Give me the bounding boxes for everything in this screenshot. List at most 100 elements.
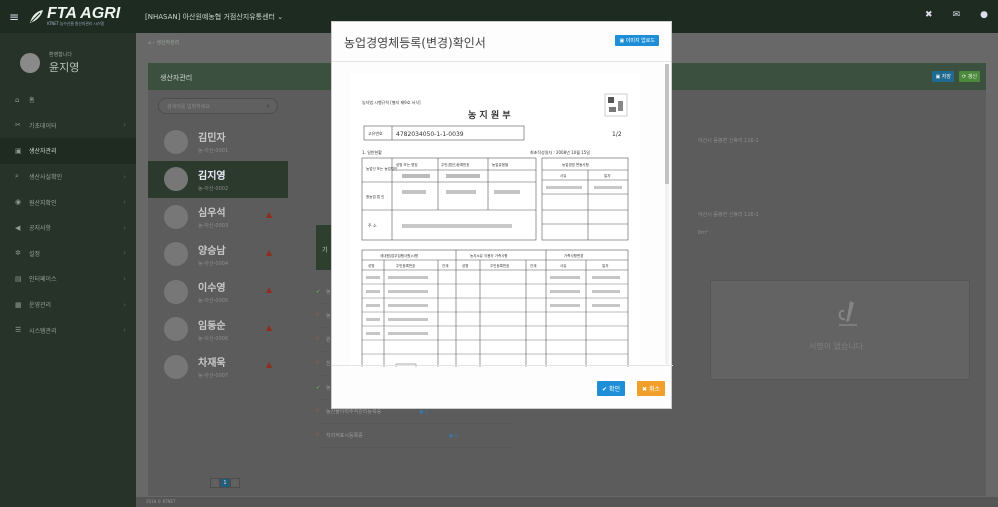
document-label: 농산물이력추적관리등록증 bbox=[326, 409, 382, 415]
chevron-right-icon: › bbox=[123, 249, 126, 258]
doc-section1: 1. 일반현황 bbox=[362, 149, 382, 155]
pager-prev-button[interactable]: ‹ bbox=[210, 478, 220, 488]
list-item[interactable]: 김민자 농-아산-0001 bbox=[148, 123, 288, 161]
warning-icon: ▲ bbox=[266, 360, 273, 369]
doc-redacted bbox=[550, 290, 580, 293]
fullscreen-icon[interactable]: ✖ bbox=[925, 10, 933, 20]
question-icon: ? bbox=[316, 408, 319, 415]
qr-block bbox=[608, 97, 614, 103]
search-icon[interactable]: ⌕ bbox=[266, 102, 270, 111]
pagination: ‹ 1 › bbox=[210, 478, 240, 488]
pager-current-page[interactable]: 1 bbox=[220, 478, 230, 488]
search-input[interactable]: 검색어를 입력하세요 ⌕ bbox=[158, 98, 278, 114]
list-item[interactable]: 양승남 농-아산-0004 ▲ bbox=[148, 236, 288, 274]
doc-redacted bbox=[594, 186, 622, 189]
menu-toggle-icon[interactable]: ≡ bbox=[0, 10, 28, 24]
modal-scrollbar[interactable] bbox=[665, 64, 669, 364]
document-label: 농 bbox=[326, 313, 331, 319]
doc-law-ref: 농자법 시행규칙 [별지 제9호 서식] bbox=[362, 99, 421, 105]
question-icon: ? bbox=[316, 432, 319, 439]
logo-leaf-icon bbox=[30, 9, 43, 23]
signature-empty-text: 서명이 없습니다 bbox=[809, 342, 864, 351]
sidebar-item-production-check[interactable]: ⌕ 생산사실확인 › bbox=[0, 164, 136, 190]
confirm-button[interactable]: ✔ 확인 bbox=[597, 381, 625, 396]
sidebar: 환영합니다 윤지영 ⌂ 홈 ✂ 기초데이터 › ▣ 생산자관리 ⌕ 생산사실확인 › ◉ 원산… bbox=[0, 33, 136, 507]
doc-issued: 최초작성일자 : 2008년 10월 15일 bbox=[530, 149, 590, 155]
refresh-button[interactable]: ⟳ 갱신 bbox=[959, 71, 980, 82]
address-value-2: 아산시 음봉면 신휴리 116-1 bbox=[698, 212, 759, 218]
chevron-right-icon: › bbox=[123, 121, 126, 130]
logo[interactable]: FTA AGRI KTNET 농수산물 원산지관리 시스템 bbox=[28, 6, 143, 27]
list-item[interactable]: 김지영 농-아산-0002 bbox=[148, 160, 288, 198]
modal-scrollbar-thumb[interactable] bbox=[665, 64, 669, 184]
upload-image-button[interactable]: ▣ 이미지 업로드 bbox=[615, 35, 659, 46]
producer-code: 농-아산-0006 bbox=[198, 335, 229, 342]
org-selector[interactable]: [NHASAN] 아산원예농협 거점산지유통센터 ⌄ bbox=[145, 12, 283, 22]
chevron-right-icon: › bbox=[123, 198, 126, 207]
welcome-text: 환영합니다 bbox=[49, 52, 73, 58]
producer-name: 차재욱 bbox=[198, 358, 226, 370]
doc-owner-label: 농업인 또는 농업법인 bbox=[366, 166, 397, 171]
sidebar-item-interface[interactable]: ▤ 인터페이스 › bbox=[0, 266, 136, 292]
producer-code: 농-아산-0004 bbox=[198, 260, 229, 267]
info-icon[interactable]: ● ⌂ bbox=[449, 433, 458, 439]
chevron-right-icon: › bbox=[123, 274, 126, 283]
doc-redacted bbox=[550, 304, 580, 307]
sidebar-item-settings[interactable]: ✲ 설정 › bbox=[0, 241, 136, 267]
avatar bbox=[164, 317, 188, 342]
pager-next-button[interactable]: › bbox=[230, 478, 240, 488]
modal-footer: ✔ 확인 ✖ 취소 bbox=[332, 365, 673, 408]
doc-redacted bbox=[366, 318, 380, 321]
doc-redacted bbox=[446, 190, 476, 194]
sidebar-item-label: 공지사항 bbox=[29, 225, 52, 233]
sidebar-item-origin-check[interactable]: ◉ 원산지확인 › bbox=[0, 189, 136, 215]
cancel-button[interactable]: ✖ 취소 bbox=[637, 381, 665, 396]
save-button[interactable]: ▣ 저장 bbox=[932, 71, 954, 82]
check-icon: ✔ bbox=[316, 288, 321, 295]
qr-block bbox=[609, 107, 616, 112]
mail-icon[interactable]: ✉ bbox=[953, 10, 961, 20]
sliders-icon: ☰ bbox=[15, 326, 22, 335]
avatar bbox=[164, 204, 188, 229]
document-viewer[interactable]: 농자법 시행규칙 [별지 제9호 서식] 농 지 원 부 고유번호 478203… bbox=[332, 62, 673, 367]
doc-c-rrn: 주민등록번호 bbox=[490, 263, 510, 268]
doc-corp-label: 종농업 법 인 bbox=[366, 194, 384, 199]
sidebar-item-home[interactable]: ⌂ 홈 bbox=[0, 87, 136, 113]
avatar bbox=[164, 167, 188, 192]
list-item[interactable]: 심우석 농-아산-0003 ▲ bbox=[148, 198, 288, 236]
document-row[interactable]: ? 지리적표시등록증 ● ⌂ bbox=[316, 424, 516, 448]
signature-icon bbox=[838, 301, 857, 326]
sidebar-item-basedata[interactable]: ✂ 기초데이터 › bbox=[0, 113, 136, 139]
sidebar-item-notices[interactable]: ◀ 공지사항 › bbox=[0, 215, 136, 241]
list-item[interactable]: 임동순 농-아산-0006 ▲ bbox=[148, 311, 288, 349]
doc-redacted bbox=[494, 190, 520, 194]
sidebar-item-label: 운영관리 bbox=[29, 302, 52, 310]
logo-text: FTA AGRI bbox=[47, 5, 121, 22]
doc-redacted bbox=[402, 174, 430, 178]
upload-image-label: 이미지 업로드 bbox=[625, 38, 655, 44]
sidebar-item-system[interactable]: ☰ 시스템관리 › bbox=[0, 317, 136, 343]
sidebar-item-label: 홈 bbox=[29, 97, 35, 105]
doc-change-hist: 농업경영 변동사항 bbox=[562, 162, 590, 167]
doc-col-type: 농업유형별 bbox=[492, 162, 508, 167]
home-icon: ⌂ bbox=[15, 95, 20, 104]
tools-icon: ✂ bbox=[15, 121, 21, 130]
sidebar-item-operation[interactable]: ▦ 운영관리 › bbox=[0, 292, 136, 318]
area-value: 0m² bbox=[698, 230, 709, 236]
question-icon: ? bbox=[316, 336, 319, 343]
sidebar-item-label: 시스템관리 bbox=[29, 327, 57, 335]
sidebar-item-label: 생산사실확인 bbox=[29, 174, 63, 182]
doc-c-rrn: 주민등록번호 bbox=[396, 263, 416, 268]
search-icon: ⌕ bbox=[15, 172, 19, 181]
list-item[interactable]: 이수영 농-아산-0005 ▲ bbox=[148, 273, 288, 311]
info-icon[interactable]: ● ⌂ bbox=[419, 409, 428, 415]
user-icon[interactable]: ● bbox=[980, 10, 988, 20]
document-image: 농자법 시행규칙 [별지 제9호 서식] 농 지 원 부 고유번호 478203… bbox=[350, 74, 640, 367]
doc-redacted bbox=[366, 332, 380, 335]
doc-col-rrn: 주민(법인)등록번호 bbox=[441, 162, 470, 167]
question-icon: ? bbox=[316, 360, 319, 367]
sidebar-item-producers[interactable]: ▣ 생산자관리 bbox=[0, 138, 136, 164]
refresh-button-label: 갱신 bbox=[967, 74, 977, 80]
list-item[interactable]: 차재욱 농-아산-0007 ▲ bbox=[148, 348, 288, 386]
signature-box[interactable]: 서명이 없습니다 bbox=[710, 280, 970, 380]
